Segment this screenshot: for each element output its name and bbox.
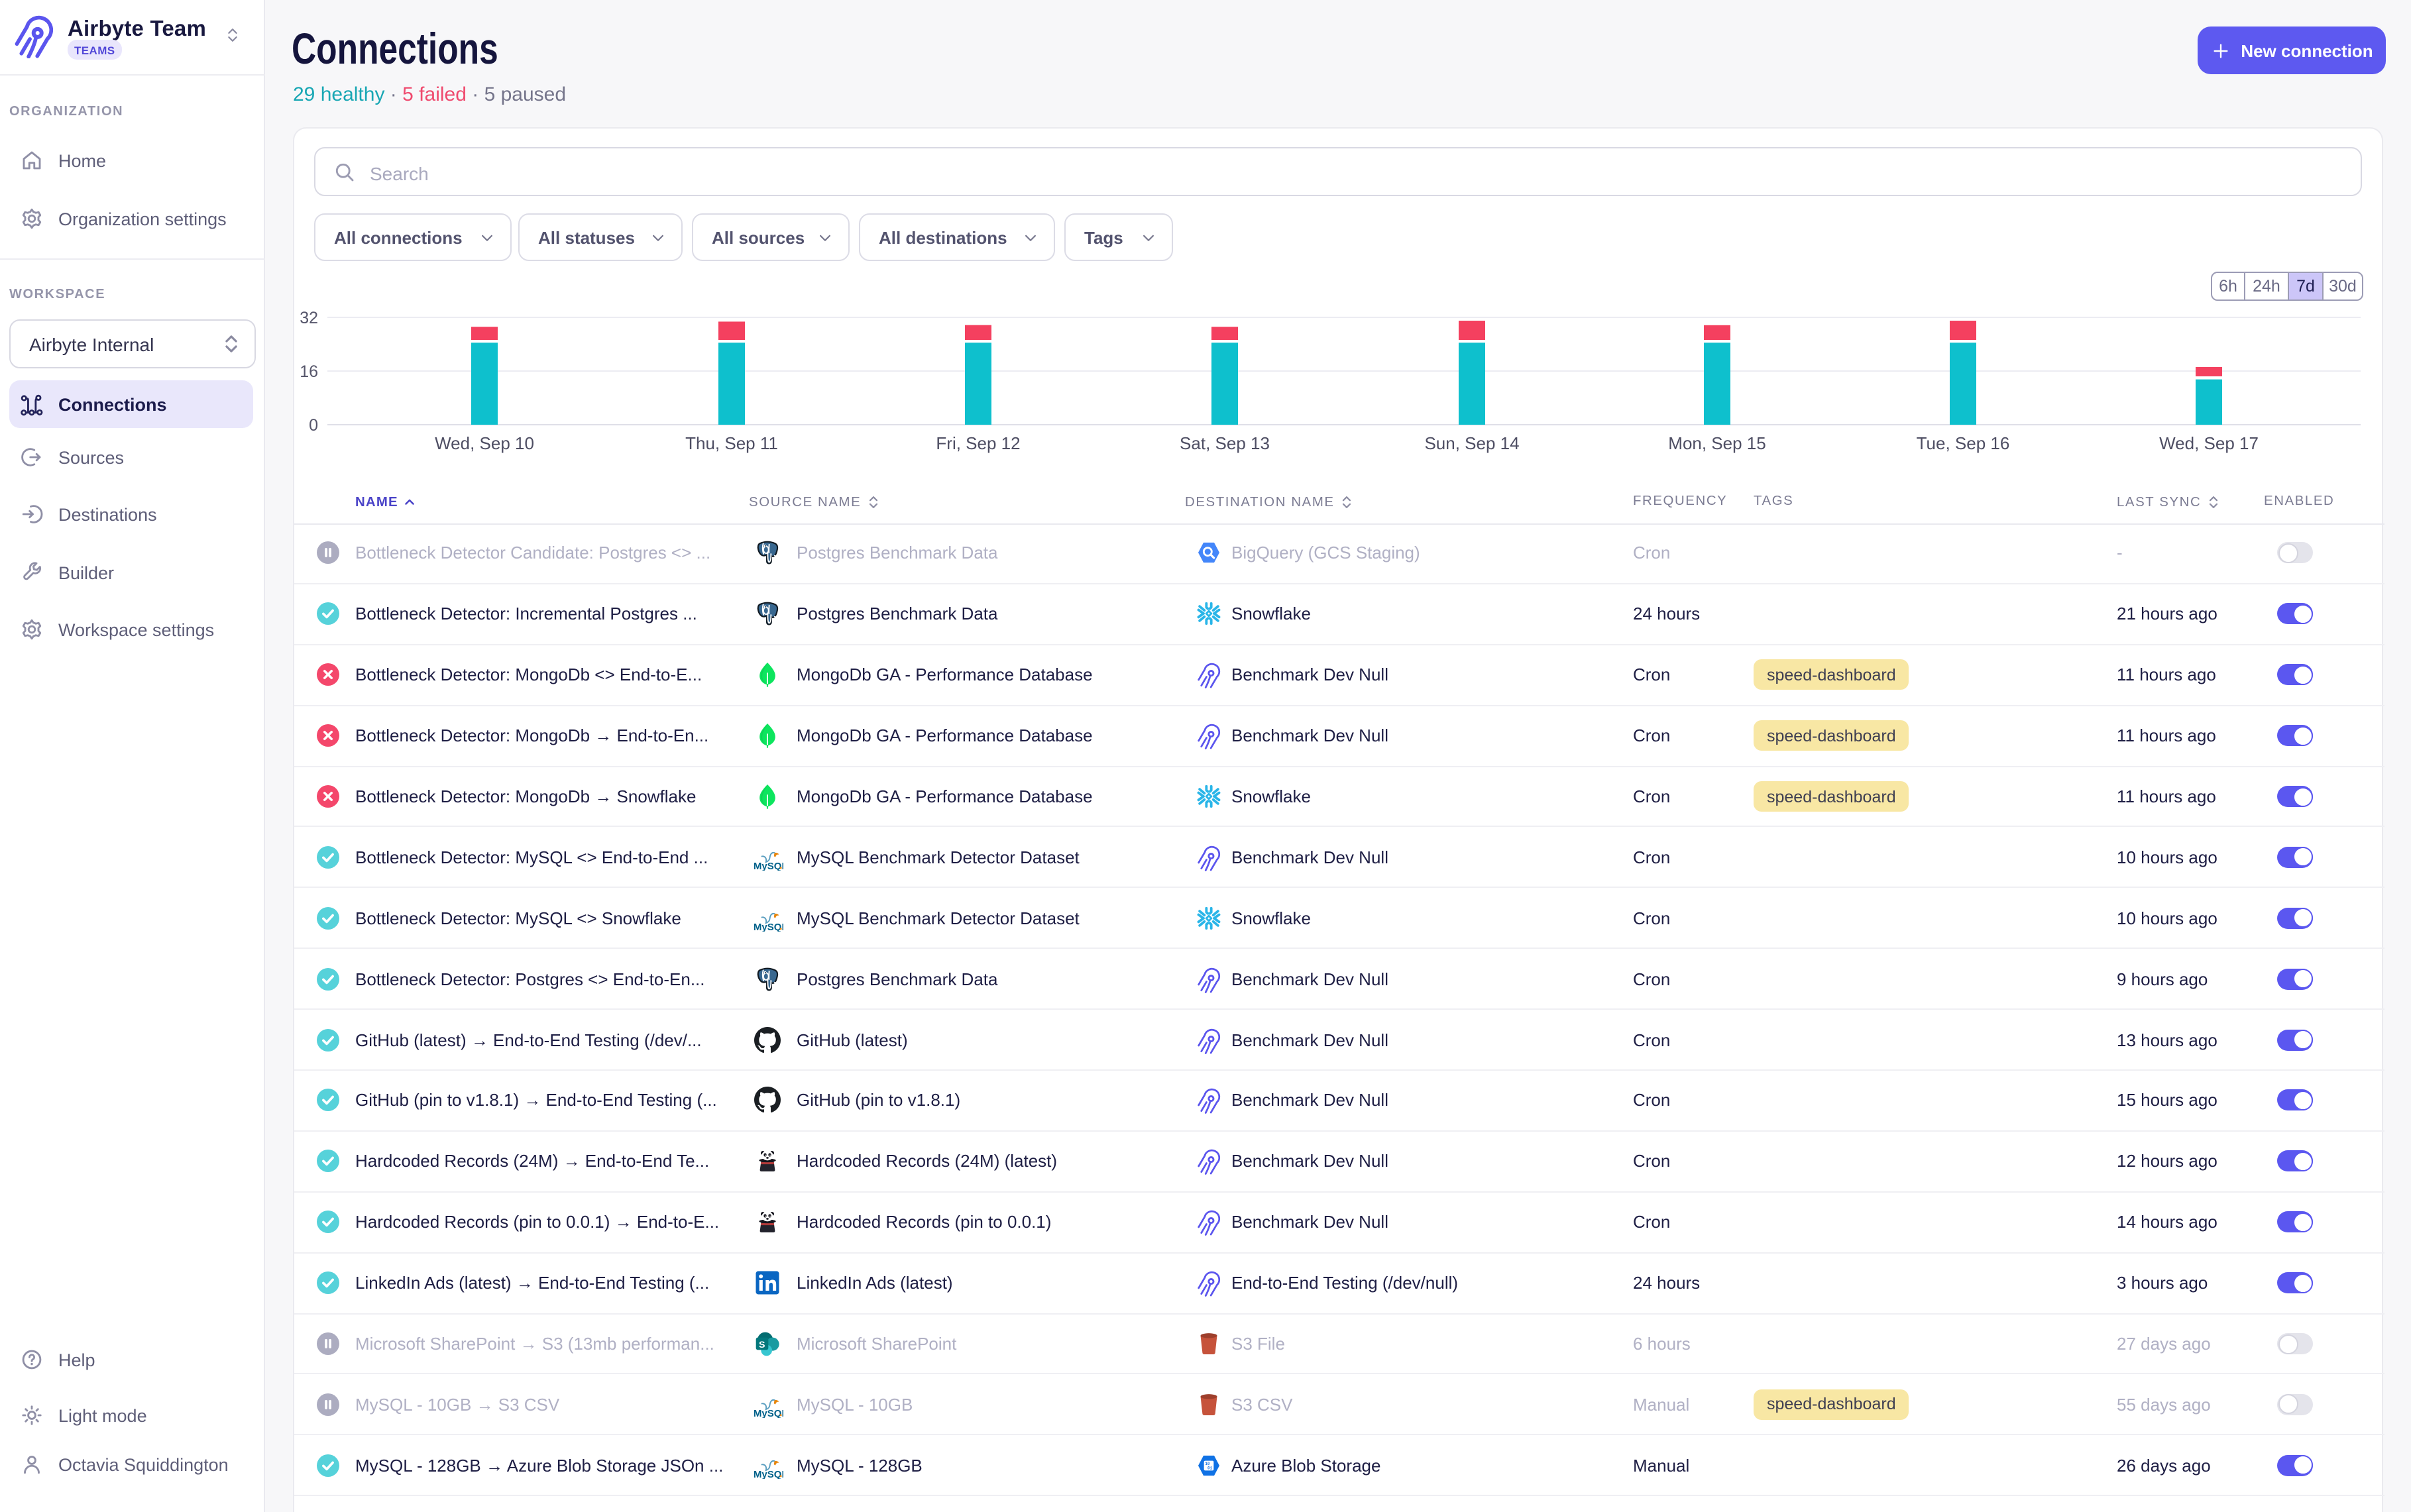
svg-text:Wed, Sep 17: Wed, Sep 17 [2159,433,2259,453]
svg-text:Wed, Sep 10: Wed, Sep 10 [435,433,534,453]
svg-text:01: 01 [1207,1466,1213,1470]
svg-text:Tue, Sep 16: Tue, Sep 16 [1917,433,2010,453]
svg-text:16: 16 [300,362,318,381]
svg-text:MySQL: MySQL [754,921,783,931]
svg-text:MySQL: MySQL [754,1468,783,1478]
svg-text:0: 0 [309,416,318,435]
svg-text:S: S [759,1340,765,1350]
svg-text:Sun, Sep 14: Sun, Sep 14 [1424,433,1519,453]
svg-text:MySQL: MySQL [754,861,783,871]
svg-text:Thu, Sep 11: Thu, Sep 11 [685,433,778,453]
svg-text:Fri, Sep 12: Fri, Sep 12 [936,433,1020,453]
svg-text:MySQL: MySQL [754,1408,783,1418]
svg-text:Mon, Sep 15: Mon, Sep 15 [1668,433,1766,453]
svg-text:32: 32 [300,309,318,327]
svg-text:Sat, Sep 13: Sat, Sep 13 [1180,433,1270,453]
